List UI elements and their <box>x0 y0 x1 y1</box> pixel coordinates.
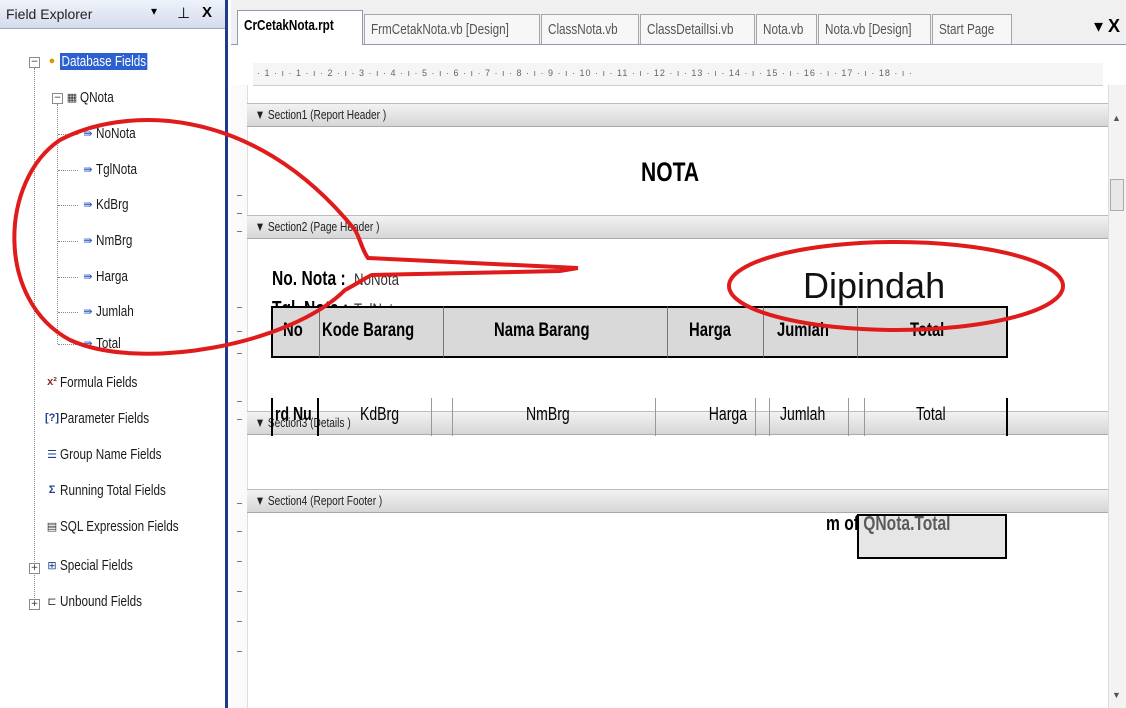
tree-item-harga[interactable]: ⇛ Harga <box>80 267 137 289</box>
tree-item-unbound-fields[interactable]: ⊏ Unbound Fields <box>44 592 165 614</box>
collapse-toggle[interactable]: − <box>29 57 40 68</box>
field-explorer-title: Field Explorer <box>6 6 93 22</box>
detail-field-jumlah[interactable]: Jumlah <box>769 398 849 436</box>
formula-icon: x² <box>47 376 57 389</box>
tab-classdetailisi-vb[interactable]: ClassDetailIsi.vb <box>640 14 755 44</box>
tree-item-qnota[interactable]: ▦ QNota <box>64 88 123 110</box>
detail-field-record-number[interactable]: rd Nu <box>271 398 319 436</box>
column-header-jumlah[interactable]: Jumlah <box>763 306 857 358</box>
column-header-harga[interactable]: Harga <box>667 306 763 358</box>
detail-field-total[interactable]: Total <box>864 398 1008 436</box>
section-page-header[interactable]: ▼ Section2 (Page Header ) <box>247 215 1111 239</box>
no-nota-field[interactable]: NoNota <box>354 270 412 290</box>
tab-nota-vb[interactable]: Nota.vb <box>756 14 817 44</box>
column-header-total[interactable]: Total <box>857 306 1008 358</box>
tree-item-kdbrg[interactable]: ⇛ KdBrg <box>80 195 138 217</box>
sql-icon: ▤ <box>46 520 58 533</box>
document-tab-bar: CrCetakNota.rpt FrmCetakNota.vb [Design]… <box>231 0 1126 45</box>
detail-field-kdbrg[interactable]: KdBrg <box>340 398 432 436</box>
tab-window-controls[interactable]: ▾ X <box>1094 16 1120 37</box>
collapse-toggle[interactable]: − <box>52 93 63 104</box>
parameter-icon: [?] <box>44 412 60 425</box>
expand-toggle[interactable]: + <box>29 599 40 610</box>
tree-item-nonota[interactable]: ⇛ NoNota <box>80 124 147 146</box>
detail-field-harga[interactable]: Harga <box>670 398 756 436</box>
database-icon: ● <box>48 55 56 68</box>
no-nota-label[interactable]: No. Nota : <box>272 268 366 291</box>
field-icon: ⇛ <box>83 270 93 283</box>
tab-nota-vb-design[interactable]: Nota.vb [Design] <box>818 14 931 44</box>
tab-start-page[interactable]: Start Page <box>932 14 1012 44</box>
dropdown-icon[interactable]: ▾ <box>151 4 157 18</box>
footer-sum-field-box[interactable] <box>857 514 1007 559</box>
tree-item-nmbrg[interactable]: ⇛ NmBrg <box>80 231 143 253</box>
section-report-header[interactable]: ▼ Section1 (Report Header ) <box>247 103 1111 127</box>
vertical-ruler <box>231 85 248 708</box>
field-icon: ⇛ <box>83 337 93 350</box>
tree-item-running-total-fields[interactable]: Σ Running Total Fields <box>44 481 196 503</box>
detail-field-nmbrg[interactable]: NmBrg <box>452 398 656 436</box>
field-explorer-panel: Field Explorer ▾ ⊥ X − ● Database Fields … <box>0 0 228 708</box>
scroll-thumb[interactable] <box>1110 179 1124 211</box>
table-icon: ▦ <box>66 91 78 104</box>
tab-crcetaknota-rpt[interactable]: CrCetakNota.rpt <box>237 10 363 45</box>
tree-item-parameter-fields[interactable]: [?]Parameter Fields <box>44 409 174 431</box>
column-header-kode-barang[interactable]: Kode Barang <box>319 306 443 358</box>
sigma-icon: Σ <box>48 484 56 497</box>
tree-item-special-fields[interactable]: ⊞ Special Fields <box>44 556 153 578</box>
column-header-no[interactable]: No <box>271 306 319 358</box>
tab-classnota-vb[interactable]: ClassNota.vb <box>541 14 639 44</box>
unbound-icon: ⊏ <box>47 595 57 608</box>
report-design-surface: · 1 · ı · 1 · ı · 2 · ı · 3 · ı · 4 · ı … <box>231 45 1126 708</box>
section-report-footer[interactable]: ▼ Section4 (Report Footer ) <box>247 489 1111 513</box>
field-icon: ⇛ <box>83 163 93 176</box>
expand-toggle[interactable]: + <box>29 563 40 574</box>
field-icon: ⇛ <box>83 127 93 140</box>
tree-item-formula-fields[interactable]: x² Formula Fields <box>44 373 159 395</box>
field-icon: ⇛ <box>83 234 93 247</box>
tree-item-tglnota[interactable]: ⇛ TglNota <box>80 160 149 182</box>
close-icon[interactable]: X <box>202 4 212 21</box>
special-icon: ⊞ <box>47 559 57 572</box>
tree-item-sql-expression-fields[interactable]: ▤ SQL Expression Fields <box>44 517 212 539</box>
column-header-nama-barang[interactable]: Nama Barang <box>443 306 667 358</box>
group-icon: ☰ <box>47 448 57 461</box>
vertical-scrollbar[interactable]: ▲ ▼ <box>1108 85 1126 708</box>
tree-item-database-fields[interactable]: ● Database Fields <box>44 52 172 74</box>
tree-item-group-name-fields[interactable]: ☰ Group Name Fields <box>44 445 190 467</box>
tab-frmcetaknota-design[interactable]: FrmCetakNota.vb [Design] <box>364 14 540 44</box>
field-icon: ⇛ <box>83 305 93 318</box>
tree-item-total[interactable]: ⇛ Total <box>80 334 128 356</box>
pin-icon[interactable]: ⊥ <box>177 4 190 22</box>
tree-item-jumlah[interactable]: ⇛ Jumlah <box>80 302 144 324</box>
field-explorer-titlebar: Field Explorer ▾ ⊥ X <box>0 0 225 29</box>
report-title[interactable]: NOTA <box>641 157 716 188</box>
annotation-label: Dipindah <box>803 265 946 306</box>
field-icon: ⇛ <box>83 198 93 211</box>
horizontal-ruler: · 1 · ı · 1 · ı · 2 · ı · 3 · ı · 4 · ı … <box>253 63 1103 86</box>
